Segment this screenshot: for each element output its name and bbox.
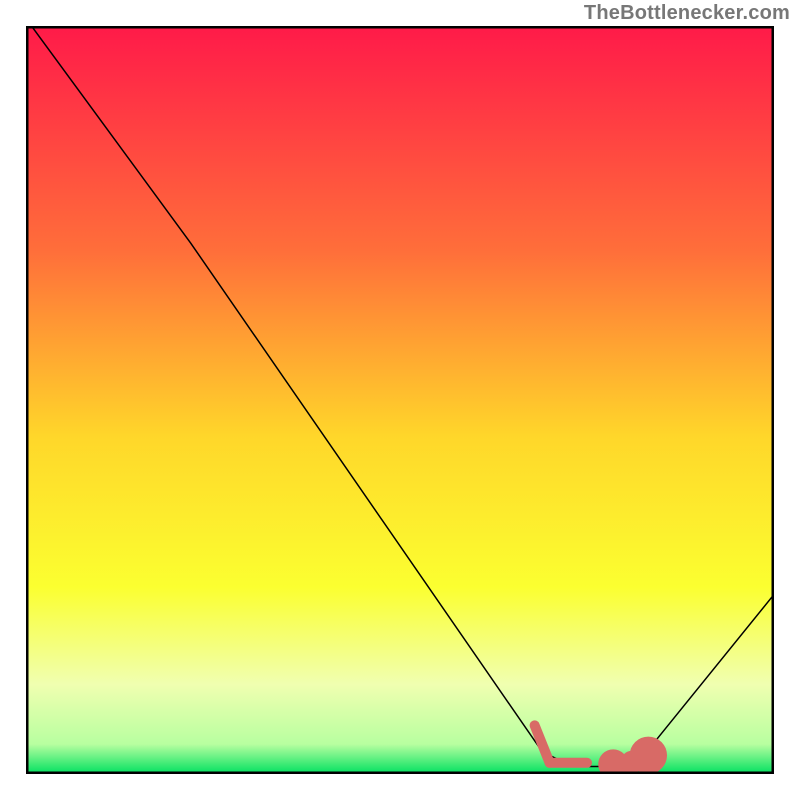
gradient-background (26, 26, 774, 774)
chart-svg (26, 26, 774, 774)
bottleneck-chart (26, 26, 774, 774)
marker-dot (630, 737, 667, 774)
watermark-text: TheBottlenecker.com (584, 2, 790, 25)
